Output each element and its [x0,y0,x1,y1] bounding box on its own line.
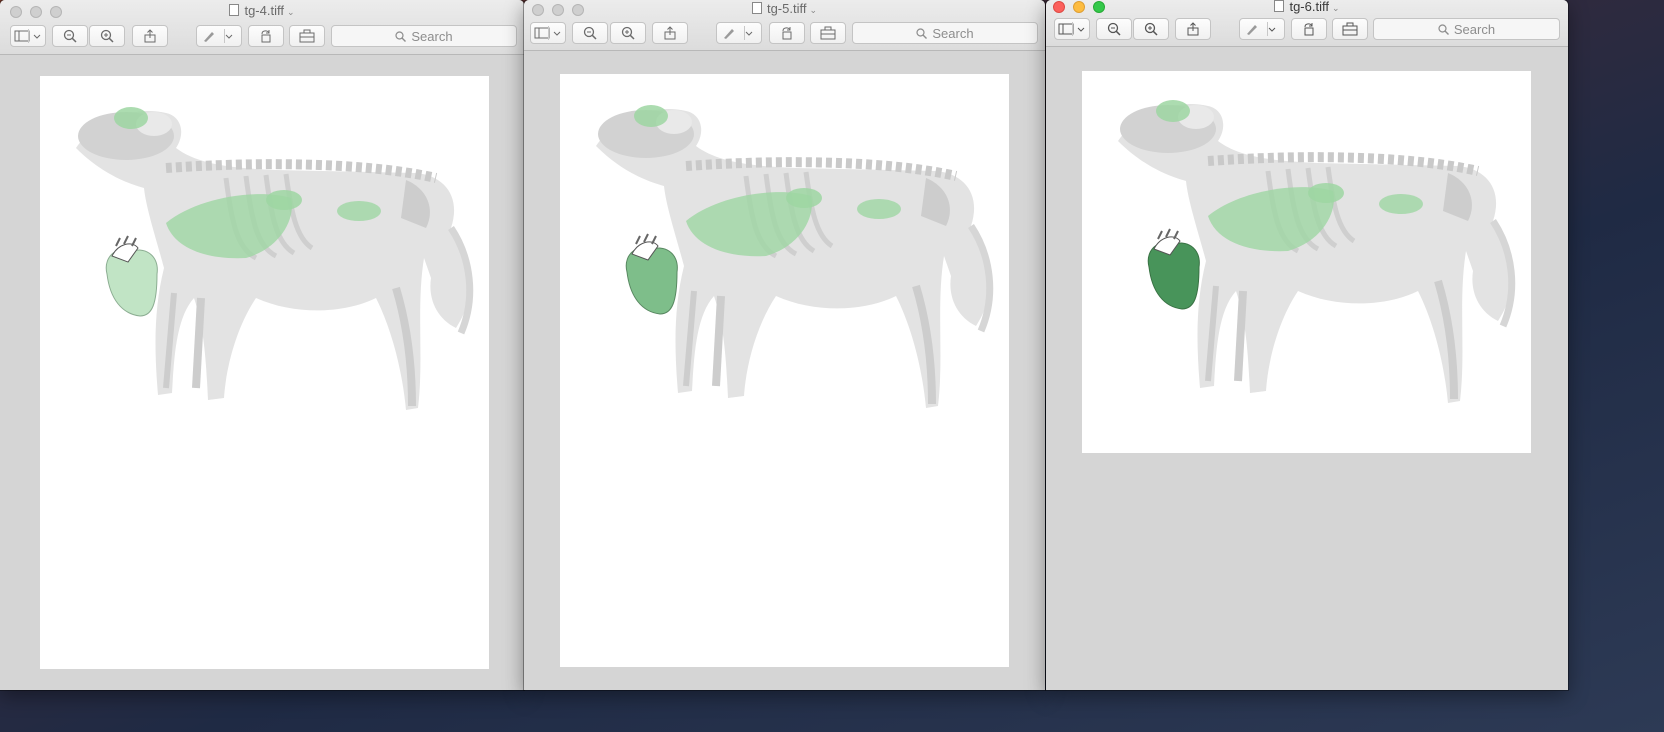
search-field[interactable]: Search [1373,18,1560,40]
window-title[interactable]: tg-5.tiff ⌄ [524,1,1045,16]
heart-illustration [625,233,678,315]
sidebar-button[interactable] [1054,18,1090,40]
rotate-icon [1304,23,1314,36]
zoom-in-button[interactable] [1133,18,1169,40]
search-field[interactable]: Search [852,22,1038,44]
image-canvas [560,74,1009,667]
sidebar-icon [1058,23,1085,35]
zoom-out-icon [1107,22,1121,36]
rotate-button[interactable] [1291,18,1327,40]
markup-button[interactable] [196,25,242,47]
window-title-text: tg-4.tiff [244,3,284,18]
toolbox-icon [820,26,836,40]
zoom-in-icon [100,29,114,43]
zoom-out-button[interactable] [52,25,88,47]
share-button[interactable] [652,22,688,44]
chevron-down-icon: ⌄ [1331,3,1340,13]
rotate-icon [782,27,792,40]
dog-anatomy-illustration [40,76,489,436]
preview-window-tg-4: tg-4.tiff ⌄ Search [0,0,524,690]
search-placeholder: Search [932,25,974,41]
chevron-down-icon: ⌄ [809,5,818,15]
zoom-out-icon [63,29,77,43]
search-icon [395,30,407,42]
image-canvas [40,76,489,669]
sidebar-icon [14,30,41,42]
share-button[interactable] [132,25,168,47]
toolbox-icon [1342,22,1358,36]
share-icon [144,29,156,43]
zoom-in-button[interactable] [610,22,646,44]
heart-illustration [105,235,158,317]
sidebar-icon [534,27,561,39]
rotate-button[interactable] [248,25,284,47]
search-placeholder: Search [411,28,453,44]
zoom-out-icon [583,26,597,40]
window-title-text: tg-6.tiff [1289,0,1329,14]
markup-pen-icon [204,32,233,42]
zoom-in-icon [1144,22,1158,36]
heart-illustration [1147,228,1200,310]
zoom-out-button[interactable] [572,22,608,44]
window-title[interactable]: tg-4.tiff ⌄ [0,3,524,18]
toolbox-button[interactable] [1332,18,1368,40]
zoom-out-button[interactable] [1096,18,1132,40]
zoom-in-icon [621,26,635,40]
zoom-in-button[interactable] [89,25,125,47]
window-toolbar: tg-5.tiff ⌄ Search [524,0,1045,51]
window-title-text: tg-5.tiff [766,1,807,16]
toolbox-icon [299,29,315,43]
search-icon [916,27,928,39]
markup-button[interactable] [716,22,762,44]
share-icon [1187,22,1199,36]
search-placeholder: Search [1453,21,1496,37]
share-button[interactable] [1175,18,1211,40]
markup-pen-icon [724,29,753,39]
search-icon [1438,23,1449,35]
rotate-icon [261,30,271,43]
rotate-button[interactable] [769,22,805,44]
sidebar-button[interactable] [530,22,566,44]
chevron-down-icon: ⌄ [286,7,295,17]
window-title[interactable]: tg-6.tiff ⌄ [1046,0,1568,14]
window-toolbar: tg-6.tiff ⌄ Search [1046,0,1568,47]
search-field[interactable]: Search [331,25,517,47]
dog-anatomy-illustration [1082,71,1531,431]
document-icon [751,2,762,14]
toolbox-button[interactable] [289,25,325,47]
sidebar-button[interactable] [10,25,46,47]
document-icon [229,4,240,16]
window-toolbar: tg-4.tiff ⌄ Search [0,0,524,55]
preview-window-tg-5: tg-5.tiff ⌄ Search [524,0,1045,690]
preview-window-tg-6: tg-6.tiff ⌄ Search [1046,0,1568,690]
image-canvas [1082,71,1531,453]
toolbox-button[interactable] [810,22,846,44]
share-icon [664,26,676,40]
document-icon [1274,0,1285,12]
markup-pen-icon [1247,25,1276,35]
dog-anatomy-illustration [560,74,1009,434]
markup-button[interactable] [1239,18,1285,40]
